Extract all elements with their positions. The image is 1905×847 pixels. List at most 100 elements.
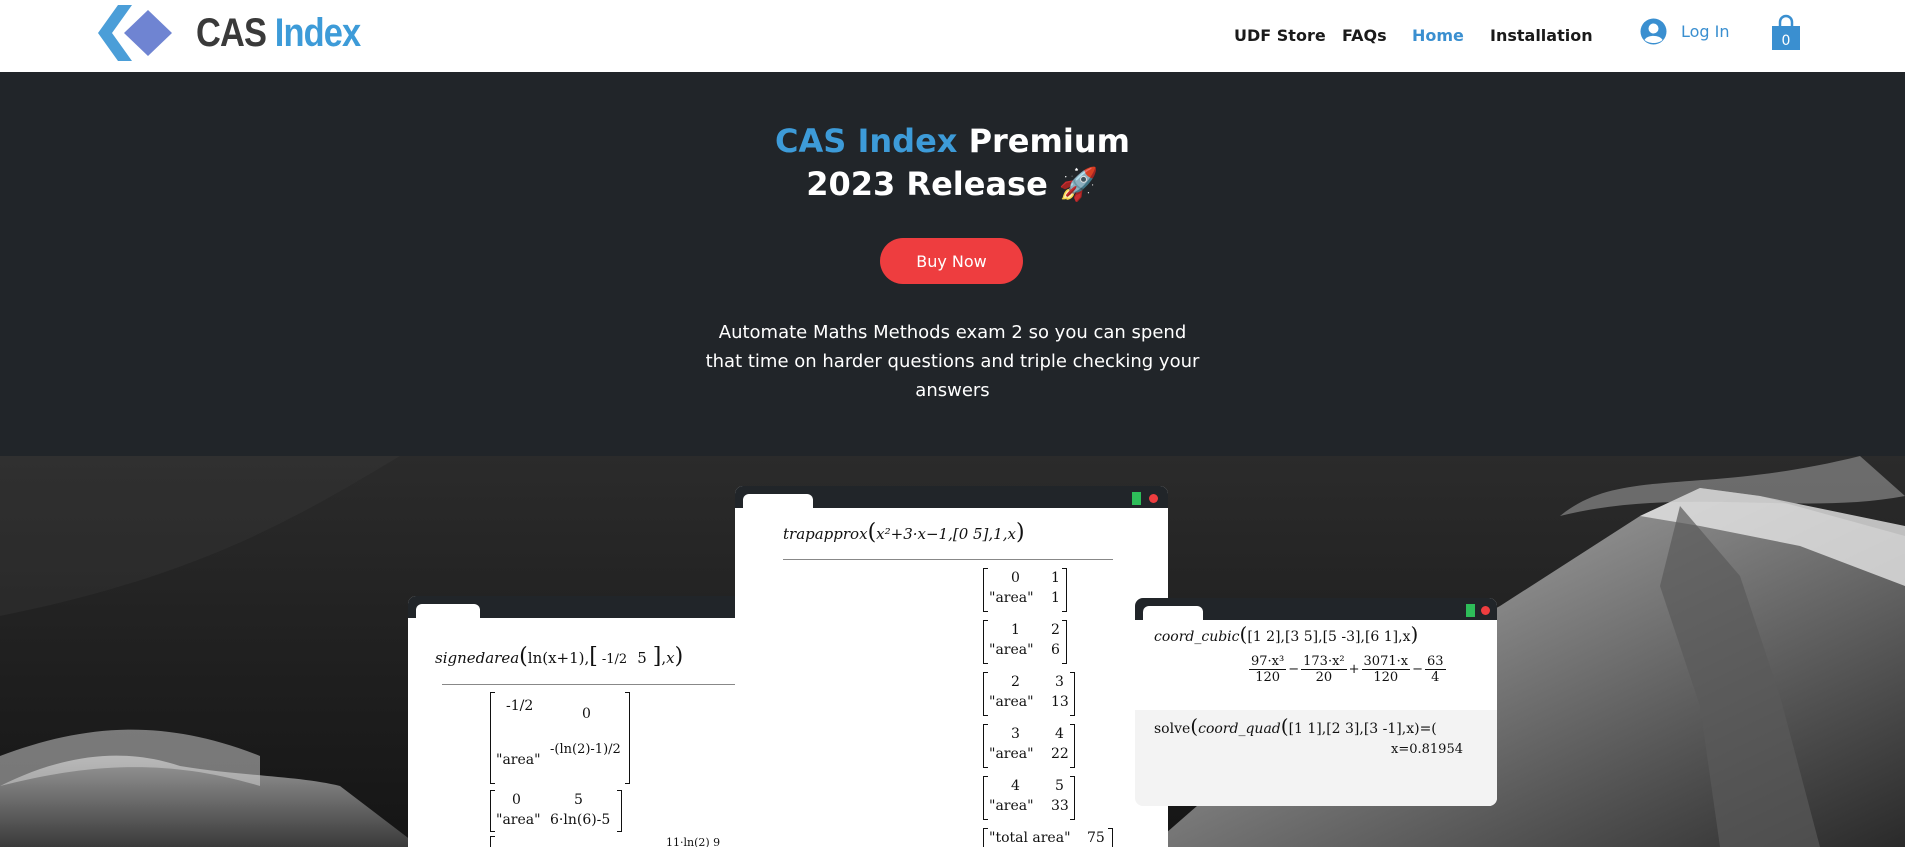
matrix-cell: 2 <box>1011 674 1020 690</box>
brand-name: CAS Index <box>196 10 361 56</box>
matrix-cell: 4 <box>1011 778 1020 794</box>
rocket-icon: 🚀 <box>1058 165 1099 203</box>
coord-quad-command: solve(coord_quad([1 1],[2 3],[3 -1],x)=( <box>1154 714 1437 738</box>
hero-description: Automate Maths Methods exam 2 so you can… <box>705 322 1200 401</box>
trap-matrix-1: 0 1 "area" 1 <box>983 568 1067 612</box>
command-prefix: solve <box>1154 721 1191 737</box>
user-icon <box>1640 18 1667 45</box>
matrix-cell: "area" <box>989 590 1034 606</box>
cart-count: 0 <box>1782 33 1791 49</box>
brand-name-part2: Index <box>274 10 361 55</box>
matrix-cell: "area" <box>496 812 541 828</box>
matrix-cell: "area" <box>989 798 1034 814</box>
command-vector-first: -1/2 <box>601 651 628 667</box>
matrix-cell: 4 <box>1055 726 1064 742</box>
matrix-cell: 13 <box>1051 694 1069 710</box>
matrix-cell: 0 <box>1011 570 1020 586</box>
matrix-cell: "area" <box>496 752 541 768</box>
command-arg: ln(x+1), <box>527 649 590 667</box>
result-term: 173·x² 20 <box>1301 654 1347 685</box>
matrix-cell: "area" <box>989 746 1034 762</box>
matrix-cell: 0 <box>582 706 591 722</box>
trap-total-matrix: "total area" 75 <box>983 828 1113 847</box>
matrix-cell: 0 <box>512 792 521 808</box>
login-button[interactable]: Log In <box>1640 18 1730 45</box>
matrix-cell: "area" <box>989 694 1034 710</box>
shopping-bag-icon: 0 <box>1772 14 1800 50</box>
coord-cubic-result: 97·x³ 120 − 173·x² 20 + 3071·x 120 − 63 4 <box>1247 654 1448 685</box>
trapapprox-command: trapapprox(x²+3·x−1,[0 5],1,x) <box>783 520 1025 545</box>
command-args: [1 2],[3 5],[5 -3],[6 1],x <box>1247 629 1411 645</box>
matrix-cell: 75 <box>1087 830 1105 846</box>
nav-faqs[interactable]: FAQs <box>1342 26 1387 45</box>
nav-home[interactable]: Home <box>1412 26 1464 45</box>
matrix-cell: 6·ln(6)-5 <box>550 812 611 828</box>
hero-title-line1: CAS Index Premium <box>0 122 1905 160</box>
matrix-cell: -1/2 <box>506 698 534 714</box>
matrix-cell: 22 <box>1051 746 1069 762</box>
trap-matrix-4: 3 4 "area" 22 <box>983 724 1075 768</box>
command-tail: )=( <box>1414 721 1437 737</box>
diamond-logo-icon <box>98 5 172 61</box>
coord-quad-result: x=0.81954 <box>1391 742 1463 757</box>
matrix-cell: 3 <box>1011 726 1020 742</box>
command-fn: signedarea <box>435 649 520 667</box>
result-term: 3071·x 120 <box>1361 654 1411 685</box>
hero-title-brand: CAS Index <box>775 122 958 160</box>
matrix-cell: 3 <box>1055 674 1064 690</box>
matrix-cell: 1 <box>1011 622 1020 638</box>
hero-section: CAS Index Premium 2023 Release 🚀 Buy Now… <box>0 72 1905 456</box>
window-close-button[interactable] <box>1149 494 1158 503</box>
matrix-cell: -(ln(2)-1)/2 <box>550 742 621 757</box>
signedarea-command: signedarea(ln(x+1),[-1/2 5],x) <box>435 644 684 669</box>
matrix-cell: 1 <box>1051 570 1060 586</box>
matrix-cell: 11·ln(2) 9 <box>666 836 721 847</box>
cas-window-signedarea: signedarea(ln(x+1),[-1/2 5],x) -1/2 0 "ar… <box>408 596 748 847</box>
matrix-cell: 5 <box>574 792 583 808</box>
trap-matrix-5: 4 5 "area" 33 <box>983 776 1075 820</box>
result-sign: + <box>1348 662 1360 677</box>
result-matrix-1: -1/2 0 "area" -(ln(2)-1)/2 <box>490 692 630 784</box>
result-term: 97·x³ 120 <box>1249 654 1287 685</box>
result-matrix-2: 0 5 "area" 6·ln(6)-5 <box>490 790 622 832</box>
command-var: x <box>666 649 675 667</box>
login-label: Log In <box>1681 22 1730 41</box>
window-maximize-button[interactable] <box>1466 604 1475 617</box>
result-term: 63 4 <box>1425 654 1446 685</box>
command-fn: trapapprox <box>783 525 868 543</box>
window-close-button[interactable] <box>1481 606 1490 615</box>
window-tab <box>1143 606 1203 620</box>
command-vector-second: 5 <box>637 649 647 667</box>
nav-udf-store[interactable]: UDF Store <box>1234 26 1326 45</box>
trap-matrix-3: 2 3 "area" 13 <box>983 672 1075 716</box>
divider <box>442 684 742 685</box>
site-header: CAS Index UDF Store FAQs Home Installati… <box>0 0 1905 72</box>
window-tab <box>416 604 480 618</box>
matrix-cell: 6 <box>1051 642 1060 658</box>
result-sign: − <box>1412 662 1423 677</box>
command-fn: coord_cubic <box>1154 629 1240 645</box>
nav-installation[interactable]: Installation <box>1490 26 1593 45</box>
cas-window-coord: coord_cubic([1 2],[3 5],[5 -3],[6 1],x) … <box>1135 598 1497 806</box>
hero-title-release: 2023 Release <box>806 165 1048 203</box>
result-matrix-3: 11·ln(2) 9 <box>490 836 730 847</box>
brand-name-part1: CAS <box>196 10 267 55</box>
buy-now-button[interactable]: Buy Now <box>880 238 1023 284</box>
matrix-cell: 1 <box>1051 590 1060 606</box>
cas-window-trapapprox: trapapprox(x²+3·x−1,[0 5],1,x) 0 1 "area… <box>735 486 1168 847</box>
cart-button[interactable]: 0 <box>1771 14 1801 56</box>
result-sign: − <box>1288 662 1300 677</box>
matrix-cell: 5 <box>1055 778 1064 794</box>
command-expr: x²+3·x−1,[0 5],1,x <box>876 525 1016 543</box>
matrix-cell: "area" <box>989 642 1034 658</box>
matrix-cell: 33 <box>1051 798 1069 814</box>
brand-logo[interactable]: CAS Index <box>98 2 387 64</box>
hero-title-premium: Premium <box>957 122 1130 160</box>
trap-matrix-2: 1 2 "area" 6 <box>983 620 1067 664</box>
coord-cubic-command: coord_cubic([1 2],[3 5],[5 -3],[6 1],x) <box>1154 622 1419 646</box>
divider <box>783 559 1113 560</box>
command-args: [1 1],[2 3],[3 -1],x <box>1288 721 1415 737</box>
window-maximize-button[interactable] <box>1132 492 1141 505</box>
matrix-cell: "total area" <box>989 830 1071 846</box>
window-tab <box>743 494 813 508</box>
